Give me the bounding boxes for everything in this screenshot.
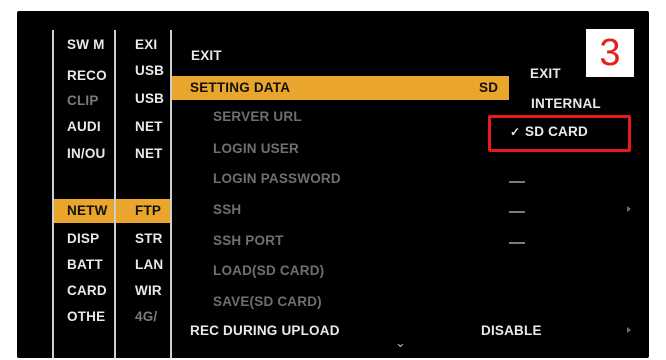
submenu-item-4g: 4G/ bbox=[135, 309, 158, 324]
menu-item-recording[interactable]: RECO bbox=[67, 64, 113, 88]
submenu-item-streaming[interactable]: STR bbox=[135, 227, 169, 251]
ftp-rec-during-upload[interactable]: REC DURING UPLOAD bbox=[190, 319, 340, 343]
ftp-rec-during-upload-value: DISABLE bbox=[481, 323, 542, 338]
separator-1 bbox=[114, 30, 116, 358]
menu-item-in-out[interactable]: IN/OU bbox=[67, 142, 113, 166]
menu-item-clip: CLIP bbox=[67, 93, 99, 108]
ftp-login-user: LOGIN USER bbox=[213, 141, 300, 156]
separator-left bbox=[52, 30, 54, 358]
submenu-item-usb-2[interactable]: USB bbox=[135, 87, 169, 111]
step-badge: 3 bbox=[586, 29, 634, 77]
submenu-item-wireless[interactable]: WIR bbox=[135, 279, 169, 303]
arrow-right-icon-2 bbox=[627, 327, 631, 333]
menu-item-sw-mode[interactable]: SW M bbox=[67, 33, 113, 57]
menu-item-others[interactable]: OTHE bbox=[67, 305, 113, 329]
ftp-load-sd-card: LOAD(SD CARD) bbox=[213, 263, 325, 278]
scroll-down-icon: ⌄ bbox=[395, 335, 406, 350]
ftp-login-password: LOGIN PASSWORD bbox=[213, 171, 341, 186]
submenu-item-net-1[interactable]: NET bbox=[135, 115, 169, 139]
arrow-right-icon bbox=[627, 206, 631, 212]
menu-item-audio[interactable]: AUDI bbox=[67, 115, 113, 139]
menu-item-display[interactable]: DISP bbox=[67, 227, 113, 251]
ftp-exit[interactable]: EXIT bbox=[191, 44, 222, 68]
menu-item-battery[interactable]: BATT bbox=[67, 253, 113, 277]
ftp-ssh-port: SSH PORT bbox=[213, 233, 284, 248]
menu-item-card[interactable]: CARD bbox=[67, 279, 113, 303]
sd-card-highlight-frame bbox=[488, 115, 631, 152]
option-internal[interactable]: INTERNAL bbox=[531, 92, 601, 116]
dash-ssh-port bbox=[509, 242, 525, 244]
ftp-setting-data-value: SD bbox=[479, 80, 499, 95]
ftp-ssh: SSH bbox=[213, 202, 242, 217]
camera-menu-screen: SW M RECO CLIP AUDI IN/OU NETW DISP BATT… bbox=[17, 11, 649, 358]
ftp-save-sd-card: SAVE(SD CARD) bbox=[213, 294, 322, 309]
ftp-setting-data[interactable]: SETTING DATA bbox=[190, 76, 290, 100]
submenu-item-usb-1[interactable]: USB bbox=[135, 59, 169, 83]
dash-login-password bbox=[509, 181, 525, 183]
submenu-item-exit[interactable]: EXI bbox=[135, 33, 169, 57]
dash-ssh bbox=[509, 211, 525, 213]
submenu-item-lan[interactable]: LAN bbox=[135, 253, 169, 277]
ftp-server-url: SERVER URL bbox=[213, 109, 302, 124]
menu-item-network[interactable]: NETW bbox=[67, 199, 113, 223]
option-exit[interactable]: EXIT bbox=[530, 62, 561, 86]
submenu-item-net-2[interactable]: NET bbox=[135, 142, 169, 166]
submenu-item-ftp[interactable]: FTP bbox=[135, 199, 169, 223]
